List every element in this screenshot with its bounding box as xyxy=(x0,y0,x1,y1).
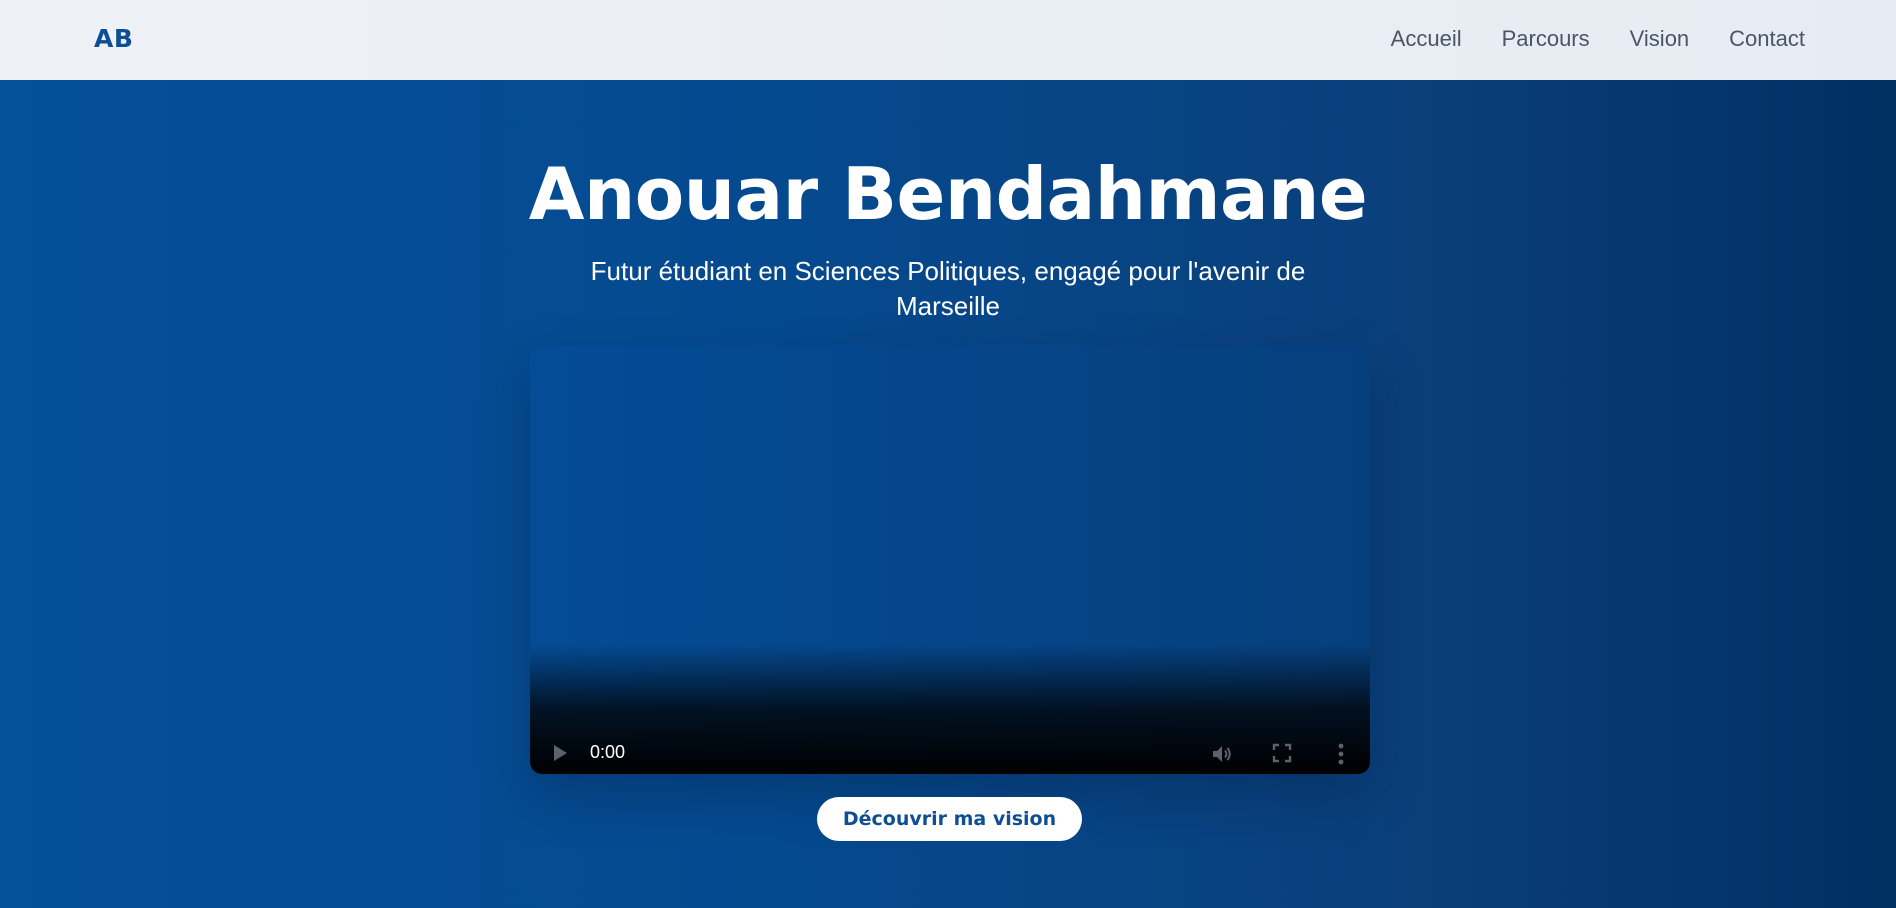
fullscreen-icon[interactable] xyxy=(1272,743,1292,763)
more-vertical-icon[interactable] xyxy=(1337,742,1345,766)
hero-title: Anouar Bendahmane xyxy=(528,152,1368,236)
discover-vision-button[interactable]: Découvrir ma vision xyxy=(817,797,1082,841)
video-controls: 0:00 xyxy=(530,644,1370,774)
nav-links: Accueil Parcours Vision Contact xyxy=(1391,26,1805,52)
volume-icon[interactable] xyxy=(1210,742,1234,766)
video-player[interactable]: 0:00 xyxy=(530,346,1370,774)
nav-link-contact[interactable]: Contact xyxy=(1729,26,1805,52)
nav-link-vision[interactable]: Vision xyxy=(1630,26,1690,52)
hero-subtitle: Futur étudiant en Sciences Politiques, e… xyxy=(590,256,1306,321)
video-time: 0:00 xyxy=(590,742,626,762)
site-logo[interactable]: AB xyxy=(94,24,133,53)
navbar: AB Accueil Parcours Vision Contact xyxy=(0,0,1896,80)
nav-link-parcours[interactable]: Parcours xyxy=(1502,26,1590,52)
nav-link-accueil[interactable]: Accueil xyxy=(1391,26,1462,52)
play-icon[interactable] xyxy=(554,745,567,761)
hero-section: Anouar Bendahmane Futur étudiant en Scie… xyxy=(0,80,1896,908)
